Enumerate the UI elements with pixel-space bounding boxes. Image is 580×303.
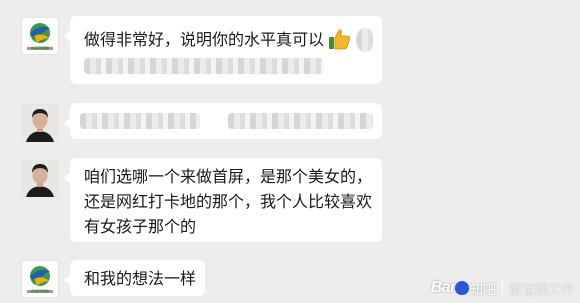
message-row [0, 95, 580, 155]
blurred-text [84, 58, 324, 74]
message-text: 做得非常好，说明你的水平真可以 [84, 30, 325, 49]
thumbs-up-icon [328, 27, 352, 51]
watermark-brand: Bai [430, 279, 455, 296]
avatar-logo[interactable]: 青海农药观察 [21, 17, 59, 55]
avatar-caption: 青海农药观察 [30, 46, 49, 50]
baidu-watermark: Bai 知吧 留宝图工作 [431, 277, 574, 299]
message-text-line: 咱们选哪一个来做首屏，是那个美女的， [84, 167, 373, 186]
avatar-caption: 青海农药观察 [30, 289, 49, 293]
message-bubble[interactable] [64, 103, 382, 139]
message-text-line: 有女孩子那个的 [84, 217, 197, 236]
message-bubble[interactable]: 咱们选哪一个来做首屏，是那个美女的， 还是网红打卡地的那个，我个人比较喜欢 有女… [64, 158, 382, 242]
watermark-brand-rest: 知吧 [469, 281, 496, 297]
person-avatar-icon [21, 159, 59, 197]
message-bubble[interactable]: 和我的想法一样 [64, 260, 205, 296]
person-avatar-icon [21, 104, 59, 142]
avatar-logo[interactable]: 青海农药观察 [21, 260, 59, 298]
message-row: 青海农药观察 做得非常好，说明你的水平真可以 [0, 0, 580, 100]
baidu-paw-icon [454, 281, 469, 295]
blurred-emoji [356, 28, 374, 52]
blurred-text [80, 113, 200, 129]
watermark-trailing: 留宝图工作 [508, 281, 574, 297]
watermark-divider [501, 281, 503, 295]
avatar-person[interactable] [21, 159, 59, 197]
message-text: 和我的想法一样 [84, 269, 197, 288]
avatar-person[interactable] [21, 104, 59, 142]
message-bubble[interactable]: 做得非常好，说明你的水平真可以 [64, 16, 382, 84]
message-row: 咱们选哪一个来做首屏，是那个美女的， 还是网红打卡地的那个，我个人比较喜欢 有女… [0, 150, 580, 250]
blurred-text [228, 113, 373, 129]
message-text-line: 还是网红打卡地的那个，我个人比较喜欢 [84, 192, 373, 211]
